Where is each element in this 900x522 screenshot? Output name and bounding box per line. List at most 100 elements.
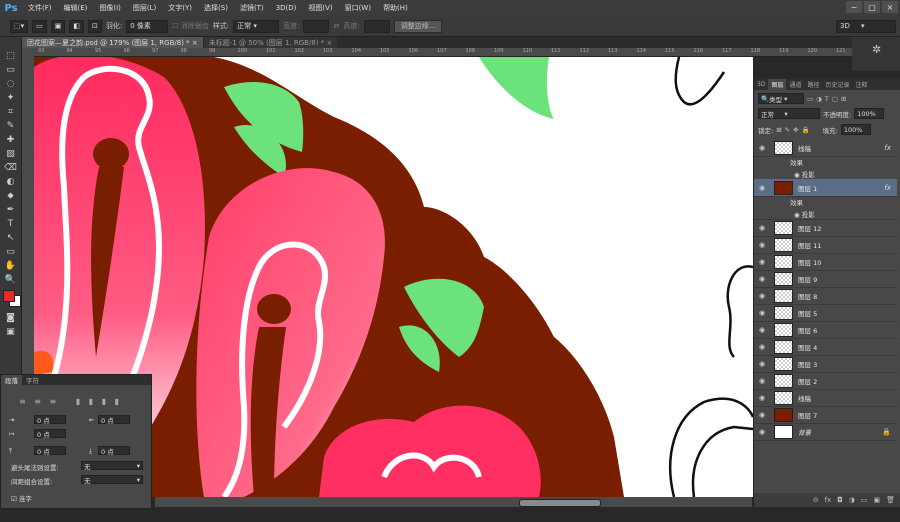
pen-tool-icon[interactable]: ✒: [0, 203, 21, 217]
lock-transparent-icon[interactable]: ⊠: [776, 126, 781, 134]
layer-row[interactable]: ◉ 图层 3: [754, 355, 897, 373]
fill-input[interactable]: 100%: [840, 124, 871, 135]
quick-mask-icon[interactable]: ◙: [0, 311, 21, 325]
visibility-eye-icon[interactable]: ◉: [754, 428, 770, 436]
workspace-select[interactable]: 3D ▾: [836, 19, 896, 33]
menu-image[interactable]: 图像(I): [93, 3, 127, 13]
add-mask-icon[interactable]: ◘: [837, 496, 843, 504]
visibility-eye-icon[interactable]: ◉: [754, 275, 770, 283]
menu-help[interactable]: 帮助(H): [377, 3, 414, 13]
layer-row-selected[interactable]: ◉ 图层 1 fx: [754, 179, 897, 197]
new-adjustment-icon[interactable]: ◑: [849, 496, 855, 504]
visibility-eye-icon[interactable]: ◉: [754, 241, 770, 249]
horizontal-scrollbar[interactable]: [155, 497, 752, 507]
zoom-tool-icon[interactable]: 🔍: [0, 273, 21, 287]
tab-channels[interactable]: 通道: [786, 79, 804, 90]
menu-type[interactable]: 文字(Y): [162, 3, 198, 13]
marquee-tool-icon[interactable]: ▭: [0, 63, 21, 77]
close-window-button[interactable]: ×: [882, 1, 898, 13]
space-after-input[interactable]: 0 点: [98, 446, 130, 456]
dodge-tool-icon[interactable]: ◐: [0, 175, 21, 189]
filter-smart-icon[interactable]: ⊞: [841, 95, 846, 103]
antialias-checkbox[interactable]: ☐ 消除锯齿: [172, 21, 209, 31]
blend-mode-select[interactable]: 正常 ▾: [758, 108, 820, 119]
filter-pixel-icon[interactable]: ▭: [807, 95, 813, 103]
new-layer-icon[interactable]: ▣: [873, 496, 880, 504]
tab-layers[interactable]: 图层: [768, 79, 787, 90]
visibility-eye-icon[interactable]: ◉: [754, 377, 770, 385]
indent-left-input[interactable]: 0 点: [34, 415, 66, 425]
indent-right-input[interactable]: 0 点: [98, 415, 130, 425]
menu-edit[interactable]: 编辑(E): [58, 3, 94, 13]
screen-mode-icon[interactable]: ▣: [0, 325, 21, 339]
visibility-eye-icon[interactable]: ◉: [754, 326, 770, 334]
path-select-tool-icon[interactable]: ↖: [0, 231, 21, 245]
lock-all-icon[interactable]: 🔒: [802, 126, 810, 134]
hand-tool-icon[interactable]: ✋: [0, 259, 21, 273]
tab-notes[interactable]: 注释: [853, 79, 871, 90]
tab-document-1[interactable]: 团花图案—夏之韵.psd @ 179% (图层 1, RGB/8) * ×: [22, 37, 203, 48]
selection-mode-new-icon[interactable]: ▭: [32, 19, 47, 33]
close-icon[interactable]: ×: [326, 39, 332, 47]
tab-character[interactable]: 字符: [22, 375, 43, 385]
layer-row[interactable]: ◉ 图层 6: [754, 321, 897, 339]
visibility-eye-icon[interactable]: ◉: [754, 343, 770, 351]
hyphenate-checkbox[interactable]: ☑ 连字: [11, 493, 32, 503]
fx-icon[interactable]: fx: [884, 144, 891, 152]
filter-adjust-icon[interactable]: ◑: [816, 95, 822, 103]
visibility-eye-icon[interactable]: ◉: [754, 411, 770, 419]
menu-file[interactable]: 文件(F): [22, 3, 58, 13]
feather-input[interactable]: 0 像素: [126, 19, 169, 33]
menu-select[interactable]: 选择(S): [198, 3, 234, 13]
visibility-eye-icon[interactable]: ◉: [754, 224, 770, 232]
filter-shape-icon[interactable]: ▢: [832, 95, 838, 103]
delete-layer-icon[interactable]: 🗑: [886, 496, 895, 504]
layer-row[interactable]: ◉ 图层 8: [754, 287, 897, 305]
color-swatches[interactable]: [0, 287, 21, 311]
width-input[interactable]: [303, 19, 330, 33]
type-tool-icon[interactable]: T: [0, 217, 21, 231]
tab-paragraph[interactable]: 段落: [1, 375, 22, 385]
close-icon[interactable]: ×: [192, 39, 198, 47]
indent-first-line-input[interactable]: 0 点: [34, 429, 66, 439]
healing-tool-icon[interactable]: ✚: [0, 133, 21, 147]
layer-row[interactable]: ◉ 图层 5: [754, 304, 897, 322]
layer-row[interactable]: ◉ 图层 11: [754, 236, 897, 254]
layer-row[interactable]: ◉ 图层 7: [754, 406, 897, 424]
marquee-tool-preset-icon[interactable]: ⬚▾: [10, 19, 29, 33]
layer-row-background[interactable]: ◉ 背景 🔒: [754, 423, 897, 441]
crop-tool-icon[interactable]: ⌗: [0, 105, 21, 119]
tab-paths[interactable]: 路径: [804, 79, 822, 90]
style-select[interactable]: 正常 ▾: [233, 19, 280, 33]
visibility-eye-icon[interactable]: ◉: [754, 394, 770, 402]
visibility-eye-icon[interactable]: ◉: [754, 360, 770, 368]
tab-document-2[interactable]: 未标题-1 @ 50% (图层 1, RGB/8) * ×: [203, 37, 338, 48]
layer-row[interactable]: ◉ 图层 4: [754, 338, 897, 356]
foreground-color-swatch[interactable]: [3, 290, 15, 302]
layer-effects-row[interactable]: 效果: [754, 156, 897, 168]
fx-icon[interactable]: fx: [884, 184, 891, 192]
lock-pixels-icon[interactable]: ✎: [785, 126, 790, 134]
visibility-eye-icon[interactable]: ◉: [754, 258, 770, 266]
move-tool-icon[interactable]: ⬚: [0, 49, 21, 63]
space-before-input[interactable]: 0 点: [34, 446, 66, 456]
menu-3d[interactable]: 3D(D): [270, 4, 303, 12]
selection-mode-add-icon[interactable]: ▣: [50, 19, 66, 33]
shape-tool-icon[interactable]: ▭: [0, 245, 21, 259]
menu-view[interactable]: 视图(V): [302, 3, 338, 13]
eraser-tool-icon[interactable]: ⌫: [0, 161, 21, 175]
menu-filter[interactable]: 滤镜(T): [234, 3, 270, 13]
minimize-button[interactable]: −: [846, 1, 862, 13]
lock-position-icon[interactable]: ✥: [793, 126, 798, 134]
visibility-eye-icon[interactable]: ◉: [754, 144, 770, 152]
selection-mode-subtract-icon[interactable]: ◧: [69, 19, 85, 33]
adjustments-icon[interactable]: ✲: [852, 37, 900, 56]
layer-row[interactable]: ◉ 线稿 fx: [754, 139, 897, 157]
maximize-button[interactable]: □: [864, 1, 880, 13]
layer-kind-filter[interactable]: 🔍 类型 ▾: [758, 93, 804, 104]
height-input[interactable]: [363, 19, 390, 33]
link-layers-icon[interactable]: ⊝: [813, 496, 819, 504]
new-group-icon[interactable]: ▭: [861, 496, 868, 504]
swap-icon[interactable]: ⇄: [333, 22, 339, 30]
scrollbar-thumb[interactable]: [519, 499, 601, 507]
